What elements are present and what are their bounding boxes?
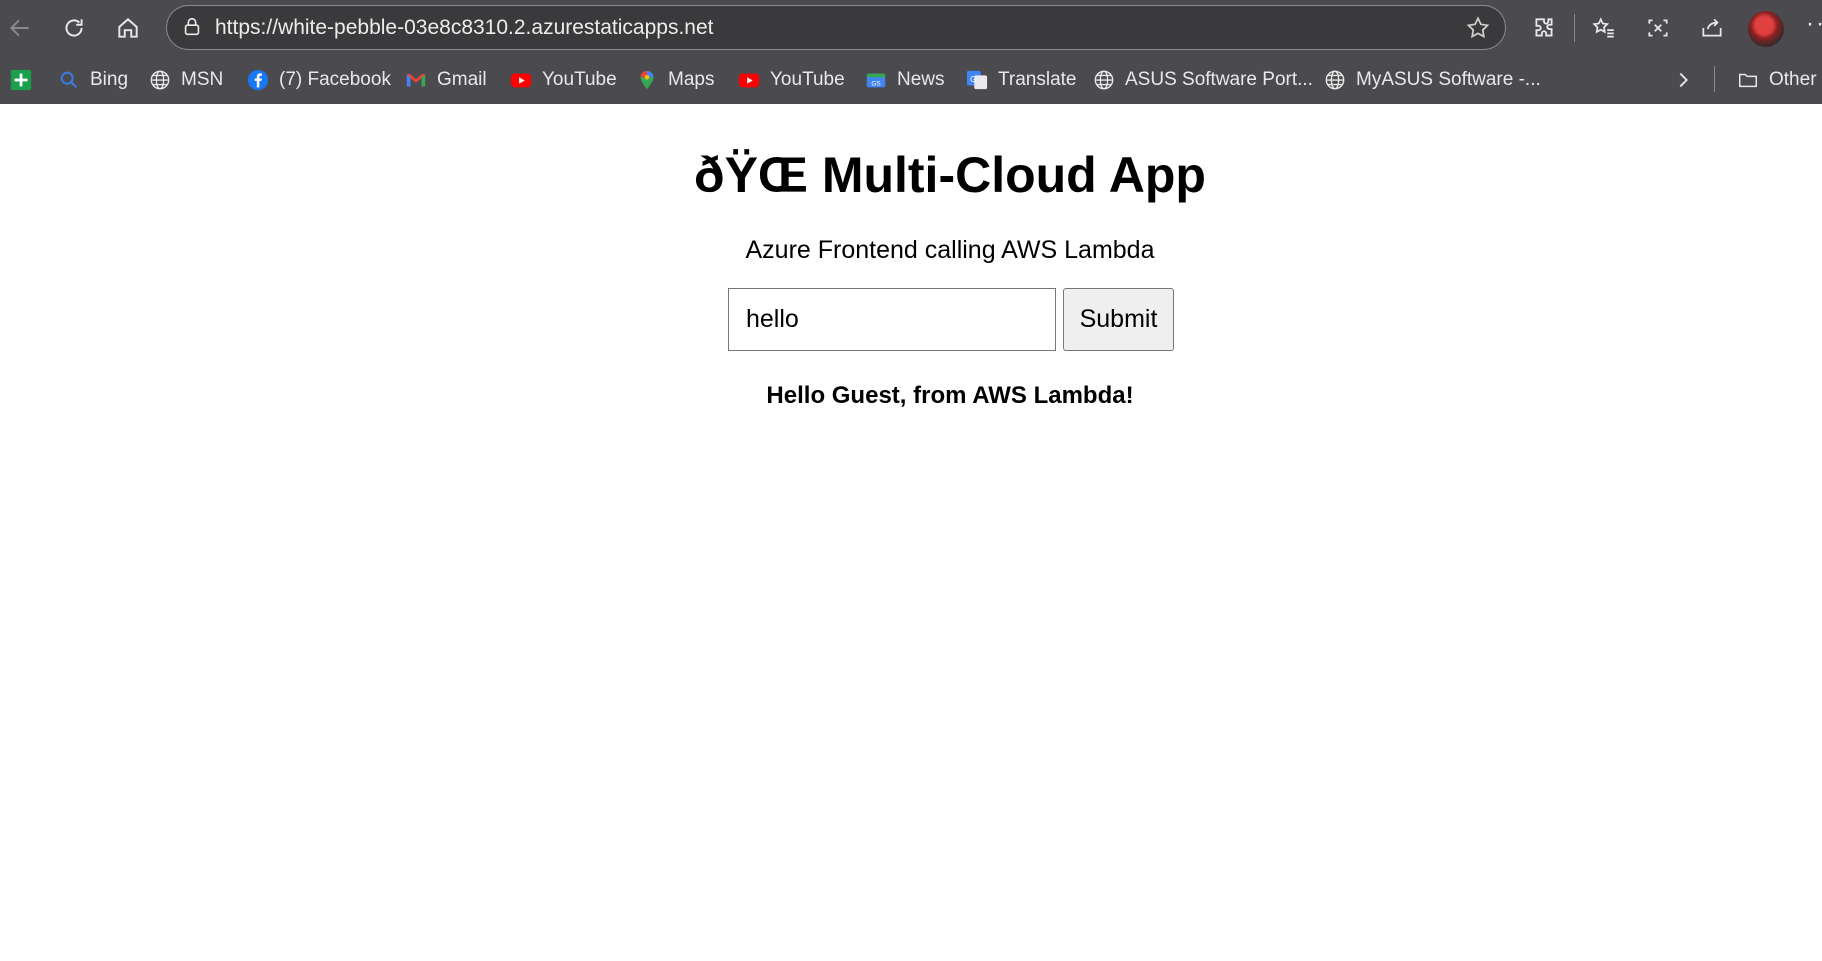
bookmark-item-translate[interactable]: G Translate <box>966 66 1077 94</box>
reload-button[interactable] <box>54 8 94 48</box>
bookmark-item-bing[interactable]: Bing <box>58 66 128 94</box>
browser-chrome: https://white-pebble-03e8c8310.2.azurest… <box>0 0 1822 104</box>
globe-icon <box>149 69 171 91</box>
bookmark-label: Translate <box>998 69 1077 90</box>
screenshot-icon <box>1648 19 1668 37</box>
bookmark-item-msn[interactable]: MSN <box>149 66 223 94</box>
bookmark-label: YouTube <box>542 69 617 90</box>
globe-icon <box>1324 69 1346 91</box>
bookmark-item-facebook[interactable]: (7) Facebook <box>247 66 391 94</box>
share-button[interactable] <box>1692 8 1732 48</box>
translate-icon: G <box>966 69 988 91</box>
chevron-right-icon <box>1672 69 1694 91</box>
gmail-icon <box>405 69 427 91</box>
screenshot-button[interactable] <box>1638 8 1678 48</box>
bookmark-item-maps[interactable]: Maps <box>636 66 714 94</box>
lambda-response-text: Hello Guest, from AWS Lambda! <box>766 382 1134 409</box>
share-icon <box>1702 18 1722 37</box>
bookmarks-bar: Bing MSN (7) Facebook Gmail YouTube Maps… <box>0 56 1822 104</box>
bookmark-label: MyASUS Software -... <box>1356 69 1541 90</box>
youtube-icon <box>510 69 532 91</box>
favorites-list-icon <box>1592 17 1614 38</box>
bookmark-label: Gmail <box>437 69 487 90</box>
address-bar[interactable]: https://white-pebble-03e8c8310.2.azurest… <box>166 5 1506 50</box>
bookmark-item-asus-software-portal[interactable]: ASUS Software Port... <box>1093 66 1313 94</box>
news-icon: GS <box>865 69 887 91</box>
svg-text:GS: GS <box>871 81 880 88</box>
puzzle-extensions-icon <box>1535 18 1553 37</box>
bookmark-label: MSN <box>181 69 224 90</box>
home-icon <box>118 18 138 38</box>
submit-button[interactable]: Submit <box>1063 288 1174 351</box>
home-button[interactable] <box>108 8 148 48</box>
bookmark-item-news[interactable]: GS News <box>865 66 945 94</box>
profile-avatar[interactable] <box>1748 11 1784 47</box>
bookmark-label: YouTube <box>770 69 845 90</box>
maps-pin-icon <box>636 69 658 91</box>
more-options-icon[interactable]: ·· <box>1806 10 1822 38</box>
toolbar-divider <box>1574 14 1575 42</box>
site-info-lock-icon[interactable] <box>181 16 203 38</box>
bookmarks-divider <box>1714 66 1715 92</box>
facebook-icon <box>247 69 269 91</box>
youtube-icon <box>738 69 760 91</box>
bookmark-label: Bing <box>90 69 129 90</box>
back-arrow-icon <box>9 19 29 37</box>
page-title: ðŸŒ‍ Multi-Cloud App <box>694 147 1206 203</box>
other-favorites-folder[interactable]: Other <box>1737 66 1817 94</box>
favorites-button[interactable] <box>1584 8 1624 48</box>
globe-icon <box>1093 69 1115 91</box>
folder-icon <box>1737 69 1759 91</box>
bookmark-label: Maps <box>668 69 715 90</box>
bookmark-label: Other <box>1769 69 1817 90</box>
bing-search-icon <box>58 69 80 91</box>
page-subtitle: Azure Frontend calling AWS Lambda <box>745 236 1155 264</box>
bookmark-item-green-plus[interactable] <box>10 66 42 94</box>
reload-icon <box>65 19 83 37</box>
bookmark-label: (7) Facebook <box>279 69 391 90</box>
page-content <box>0 104 1822 961</box>
bookmark-item-gmail[interactable]: Gmail <box>405 66 487 94</box>
green-plus-icon <box>10 69 32 91</box>
bookmark-item-youtube-2[interactable]: YouTube <box>738 66 845 94</box>
favorite-star-icon[interactable] <box>1465 15 1491 41</box>
message-input[interactable] <box>728 288 1056 351</box>
back-button[interactable] <box>0 8 40 48</box>
browser-toolbar: https://white-pebble-03e8c8310.2.azurest… <box>0 0 1822 56</box>
bookmark-item-youtube[interactable]: YouTube <box>510 66 617 94</box>
bookmark-label: ASUS Software Port... <box>1125 69 1313 90</box>
url-text[interactable]: https://white-pebble-03e8c8310.2.azurest… <box>215 16 714 40</box>
bookmark-label: News <box>897 69 945 90</box>
bookmarks-overflow-button[interactable] <box>1672 66 1704 94</box>
svg-text:G: G <box>970 75 976 84</box>
extensions-button[interactable] <box>1524 8 1564 48</box>
bookmark-item-myasus-software[interactable]: MyASUS Software -... <box>1324 66 1541 94</box>
